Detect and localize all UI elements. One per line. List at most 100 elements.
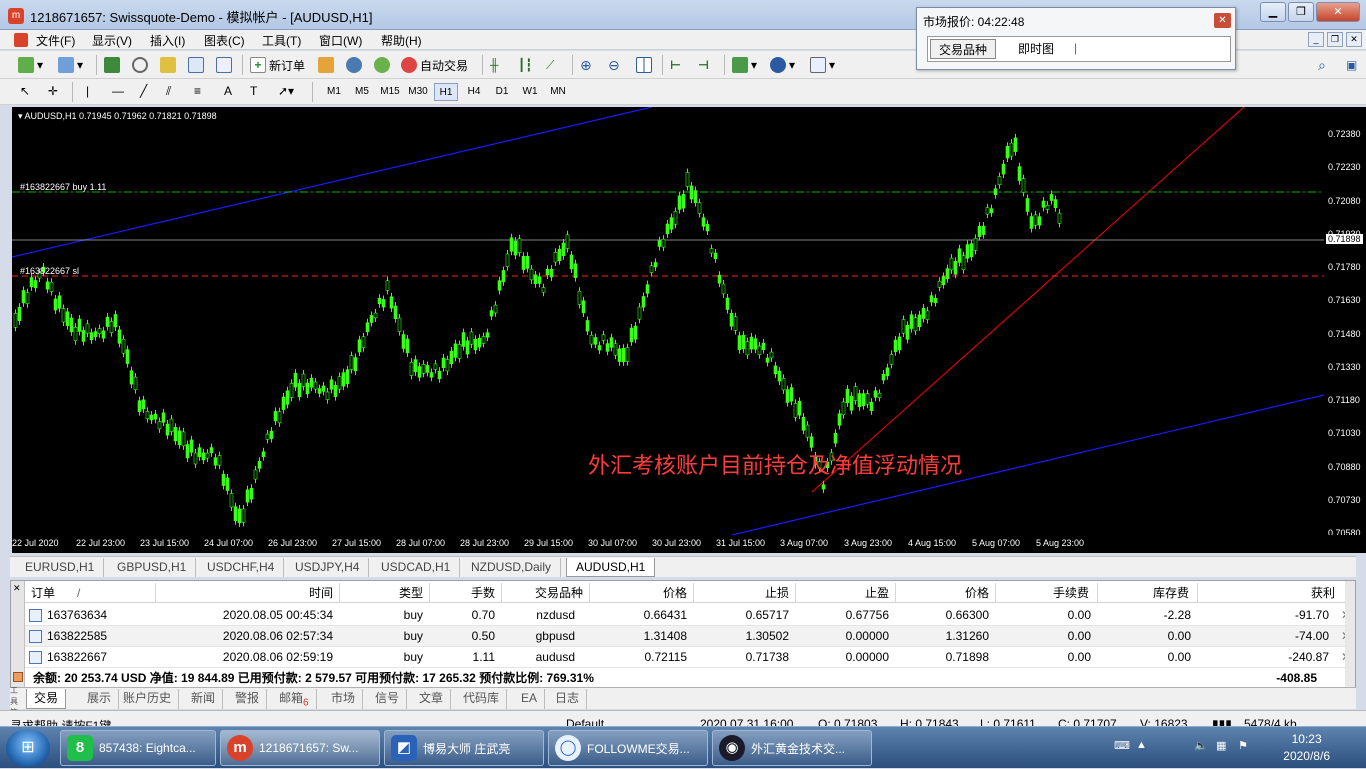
tester-button[interactable] xyxy=(216,56,232,74)
tab-articles[interactable]: 文章 xyxy=(412,689,452,709)
arrows-button[interactable]: ➚▾ xyxy=(278,82,294,100)
menu-file[interactable]: 文件(F) xyxy=(36,32,75,49)
trendline-button[interactable]: ╱ xyxy=(140,82,147,100)
col-order[interactable]: 订单 xyxy=(31,583,55,603)
col-time[interactable]: 时间 xyxy=(309,583,333,603)
close-button[interactable]: ✕ xyxy=(1316,2,1360,22)
timeframe-h1[interactable]: H1 xyxy=(434,83,458,101)
line-chart-button[interactable]: ⟋ xyxy=(546,56,554,74)
start-button[interactable]: ⊞ xyxy=(6,730,50,766)
chart-tab-audusd[interactable]: AUDUSD,H1 xyxy=(566,558,656,577)
tab-alerts[interactable]: 警报 xyxy=(228,689,268,709)
market-watch-window[interactable]: 市场报价: 04:22:48 ✕ 交易品种 即时图 | xyxy=(916,7,1236,70)
horizontal-line-button[interactable]: — xyxy=(112,82,124,100)
task-boyi[interactable]: ◩ 博易大师 庄武亮 xyxy=(384,730,544,766)
chart-tab-gbpusd[interactable]: GBPUSD,H1 xyxy=(108,558,197,577)
text-button[interactable]: A xyxy=(224,82,232,100)
col-price[interactable]: 价格 xyxy=(663,583,687,603)
mdi-restore-button[interactable]: ❐ xyxy=(1327,32,1343,47)
timeframe-h4[interactable]: H4 xyxy=(462,83,486,101)
task-followme[interactable]: ◯ FOLLOWME交易... xyxy=(548,730,708,766)
tab-symbols[interactable]: 交易品种 xyxy=(930,39,997,59)
task-eightcap[interactable]: 8 857438: Eightca... xyxy=(60,730,216,766)
search-button[interactable]: ⌕ xyxy=(1318,56,1326,74)
auto-trading-button[interactable]: 自动交易 xyxy=(401,56,468,74)
periods-button[interactable]: ▾ xyxy=(770,56,795,74)
indicators-button[interactable]: ▾ xyxy=(732,56,757,74)
new-chart-button[interactable]: ▾ xyxy=(18,56,43,74)
keyboard-icon[interactable]: ⌨ xyxy=(1114,739,1130,752)
menu-help[interactable]: 帮助(H) xyxy=(381,32,422,49)
timeframe-m1[interactable]: M1 xyxy=(322,83,346,101)
menu-charts[interactable]: 图表(C) xyxy=(204,32,245,49)
tab-trade[interactable]: 交易 xyxy=(26,689,67,709)
task-metatrader[interactable]: m 1218671657: Sw... xyxy=(220,730,380,766)
candle-chart-button[interactable]: ┃┇ xyxy=(518,56,532,74)
timeframe-m30[interactable]: M30 xyxy=(406,83,430,101)
text-label-button[interactable]: T xyxy=(250,82,257,100)
task-gold-tech[interactable]: ◉ 外汇黄金技术交... xyxy=(712,730,872,766)
chat-button[interactable]: ▣ xyxy=(1346,56,1357,74)
market-watch-close-button[interactable]: ✕ xyxy=(1214,13,1231,28)
market-watch-button[interactable] xyxy=(104,56,120,74)
table-row[interactable]: 163822585 2020.08.06 02:57:34 buy 0.50 gbpus… xyxy=(25,626,1355,647)
col-swap[interactable]: 库存费 xyxy=(1153,583,1189,603)
col-profit[interactable]: 获利 xyxy=(1311,583,1335,603)
col-commission[interactable]: 手续费 xyxy=(1053,583,1089,603)
zoom-in-button[interactable]: ⊕ xyxy=(580,56,592,74)
fibonacci-button[interactable]: ≡ xyxy=(194,82,201,100)
tab-tick-chart[interactable]: 即时图 xyxy=(1010,39,1062,59)
volume-icon[interactable]: 🔈 xyxy=(1194,739,1208,752)
signals-button[interactable] xyxy=(346,56,362,74)
col-sl[interactable]: 止损 xyxy=(765,583,789,603)
chart-tab-usdjpy[interactable]: USDJPY,H4 xyxy=(286,558,370,577)
tab-account-history[interactable]: 账户历史 xyxy=(116,689,180,709)
chart-tab-eurusd[interactable]: EURUSD,H1 xyxy=(16,558,105,577)
chart-tab-nzdusd[interactable]: NZDUSD,Daily xyxy=(462,558,562,577)
equidistant-channel-button[interactable]: ⫽ xyxy=(166,82,171,100)
col-tp[interactable]: 止盈 xyxy=(865,583,889,603)
tab-signals[interactable]: 信号 xyxy=(368,689,408,709)
terminal-button[interactable] xyxy=(188,56,204,74)
menu-insert[interactable]: 插入(I) xyxy=(150,32,185,49)
menu-tools[interactable]: 工具(T) xyxy=(262,32,301,49)
profiles-button[interactable]: ▾ xyxy=(58,56,83,74)
new-order-button[interactable]: + 新订单 xyxy=(250,56,305,74)
terminal-scrollbar[interactable] xyxy=(1345,581,1355,687)
tab-news[interactable]: 新闻 xyxy=(184,689,224,709)
show-hidden-icons[interactable]: ▲ xyxy=(1136,739,1147,751)
data-window-button[interactable] xyxy=(160,56,176,74)
col-symbol[interactable]: 交易品种 xyxy=(535,583,583,603)
timeframe-m5[interactable]: M5 xyxy=(350,83,374,101)
chart-shift-button[interactable]: ⊢ xyxy=(670,56,681,74)
clock[interactable]: 10:23 2020/8/6 xyxy=(1283,731,1330,765)
tab-exposure[interactable]: 展示 xyxy=(80,689,120,709)
chart-tab-usdcad[interactable]: USDCAD,H1 xyxy=(372,558,461,577)
action-center-icon[interactable]: ⚑ xyxy=(1238,739,1248,752)
menu-window[interactable]: 窗口(W) xyxy=(319,32,362,49)
bar-chart-button[interactable]: ╫ xyxy=(490,56,499,74)
crosshair-button[interactable]: ✛ xyxy=(48,82,58,100)
minimize-button[interactable]: ▁ xyxy=(1260,2,1286,22)
tile-windows-button[interactable] xyxy=(636,56,652,74)
col-type[interactable]: 类型 xyxy=(399,583,423,603)
menu-view[interactable]: 显示(V) xyxy=(92,32,132,49)
table-row[interactable]: 163822667 2020.08.06 02:59:19 buy 1.11 audus… xyxy=(25,647,1355,668)
col-lots[interactable]: 手数 xyxy=(471,583,495,603)
tab-mailbox[interactable]: 邮箱6 xyxy=(272,689,317,709)
chart-tab-usdchf[interactable]: USDCHF,H4 xyxy=(198,558,285,577)
market-button[interactable] xyxy=(374,56,390,74)
autoscroll-button[interactable]: ⊣ xyxy=(698,56,709,74)
timeframe-w1[interactable]: W1 xyxy=(518,83,542,101)
close-terminal-icon[interactable]: ✕ xyxy=(13,583,21,594)
vertical-line-button[interactable]: | xyxy=(86,82,89,100)
mdi-minimize-button[interactable]: _ xyxy=(1308,32,1324,47)
tab-code-base[interactable]: 代码库 xyxy=(456,689,508,709)
timeframe-m15[interactable]: M15 xyxy=(378,83,402,101)
cursor-button[interactable]: ↖ xyxy=(20,82,30,100)
templates-button[interactable]: ▾ xyxy=(810,56,835,74)
metaeditor-button[interactable] xyxy=(318,56,334,74)
tab-market[interactable]: 市场 xyxy=(324,689,364,709)
timeframe-d1[interactable]: D1 xyxy=(490,83,514,101)
zoom-out-button[interactable]: ⊖ xyxy=(608,56,620,74)
